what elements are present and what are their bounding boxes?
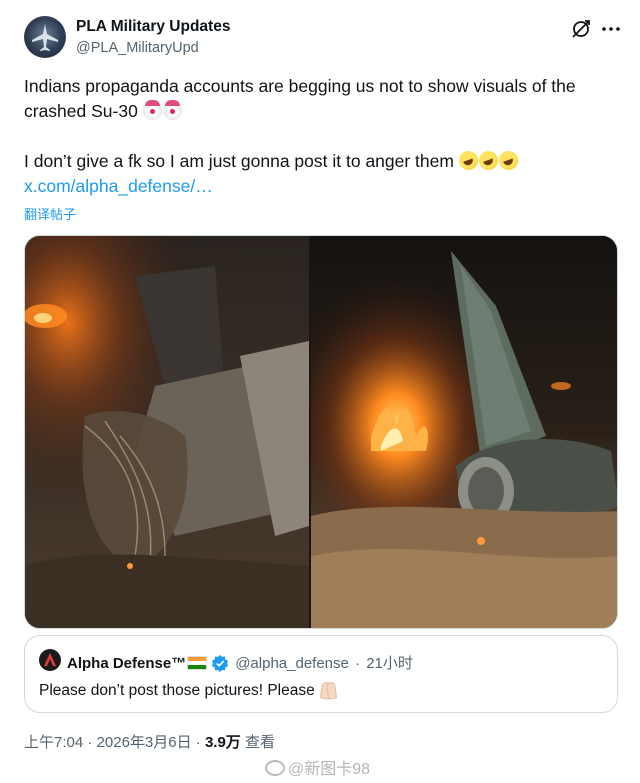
grok-icon[interactable]	[570, 18, 592, 40]
tweet-meta: 上午7:04 · 2026年3月6日 · 3.9万 查看	[24, 731, 275, 752]
quoted-time[interactable]: 21小时	[366, 655, 413, 672]
author-handle[interactable]: @PLA_MilitaryUpd	[76, 40, 199, 56]
quoted-author-name[interactable]: Alpha Defense™	[67, 655, 186, 672]
clown-face-icon	[142, 100, 162, 120]
verified-badge-icon	[212, 654, 229, 672]
tweet-text: Indians propaganda accounts are begging …	[24, 74, 616, 199]
alpha-logo-icon	[44, 653, 56, 666]
media-grid	[24, 235, 618, 629]
author-name[interactable]: PLA Military Updates	[76, 18, 230, 36]
rolling-laughing-icon	[476, 148, 501, 173]
tweet-line-1: Indians propaganda accounts are begging …	[24, 76, 576, 121]
quoted-text-line: Please don’t post those pictures! Please	[39, 681, 337, 700]
quoted-text: Please don’t post those pictures! Please	[39, 682, 315, 699]
quoted-tweet[interactable]: Alpha Defense™ @alpha_defense · 21小时 Plea…	[24, 635, 618, 713]
crash-photo-right[interactable]	[311, 236, 617, 628]
watermark: @新图卡98	[265, 755, 370, 779]
crash-photo-left[interactable]	[25, 236, 309, 628]
quoted-separator: ·	[355, 655, 361, 672]
folded-hands-icon	[319, 681, 337, 698]
tweet-header: PLA Military Updates @PLA_MilitaryUpd	[24, 14, 624, 64]
post-time[interactable]: 上午7:04	[24, 734, 83, 751]
view-count: 3.9万	[204, 734, 241, 751]
translate-post-link[interactable]: 翻译帖子	[24, 204, 76, 223]
meta-separator: ·	[87, 734, 93, 751]
rolling-laughing-icon	[456, 148, 481, 173]
more-icon[interactable]	[600, 20, 622, 38]
jet-logo-icon	[32, 24, 58, 51]
post-date[interactable]: 2026年3月6日	[97, 734, 192, 751]
quoted-author-line: Alpha Defense™ @alpha_defense · 21小时	[67, 652, 413, 673]
tweet-paragraph-1: Indians propaganda accounts are begging …	[24, 74, 616, 124]
view-label: 查看	[244, 734, 275, 751]
avatar[interactable]	[24, 16, 66, 58]
rolling-laughing-icon	[496, 148, 521, 173]
india-flag-icon	[187, 656, 208, 670]
quoted-avatar[interactable]	[39, 649, 61, 671]
clown-face-icon	[162, 100, 182, 120]
tweet-link[interactable]: x.com/alpha_defense/…	[24, 176, 213, 196]
weibo-icon	[265, 760, 285, 776]
tweet-line-2: I don’t give a fk so I am just gonna pos…	[24, 151, 454, 171]
watermark-text: @新图卡98	[288, 761, 371, 778]
meta-separator: ·	[195, 734, 201, 751]
quoted-author-handle[interactable]: @alpha_defense	[235, 655, 349, 672]
tweet-paragraph-2: I don’t give a fk so I am just gonna pos…	[24, 148, 616, 174]
